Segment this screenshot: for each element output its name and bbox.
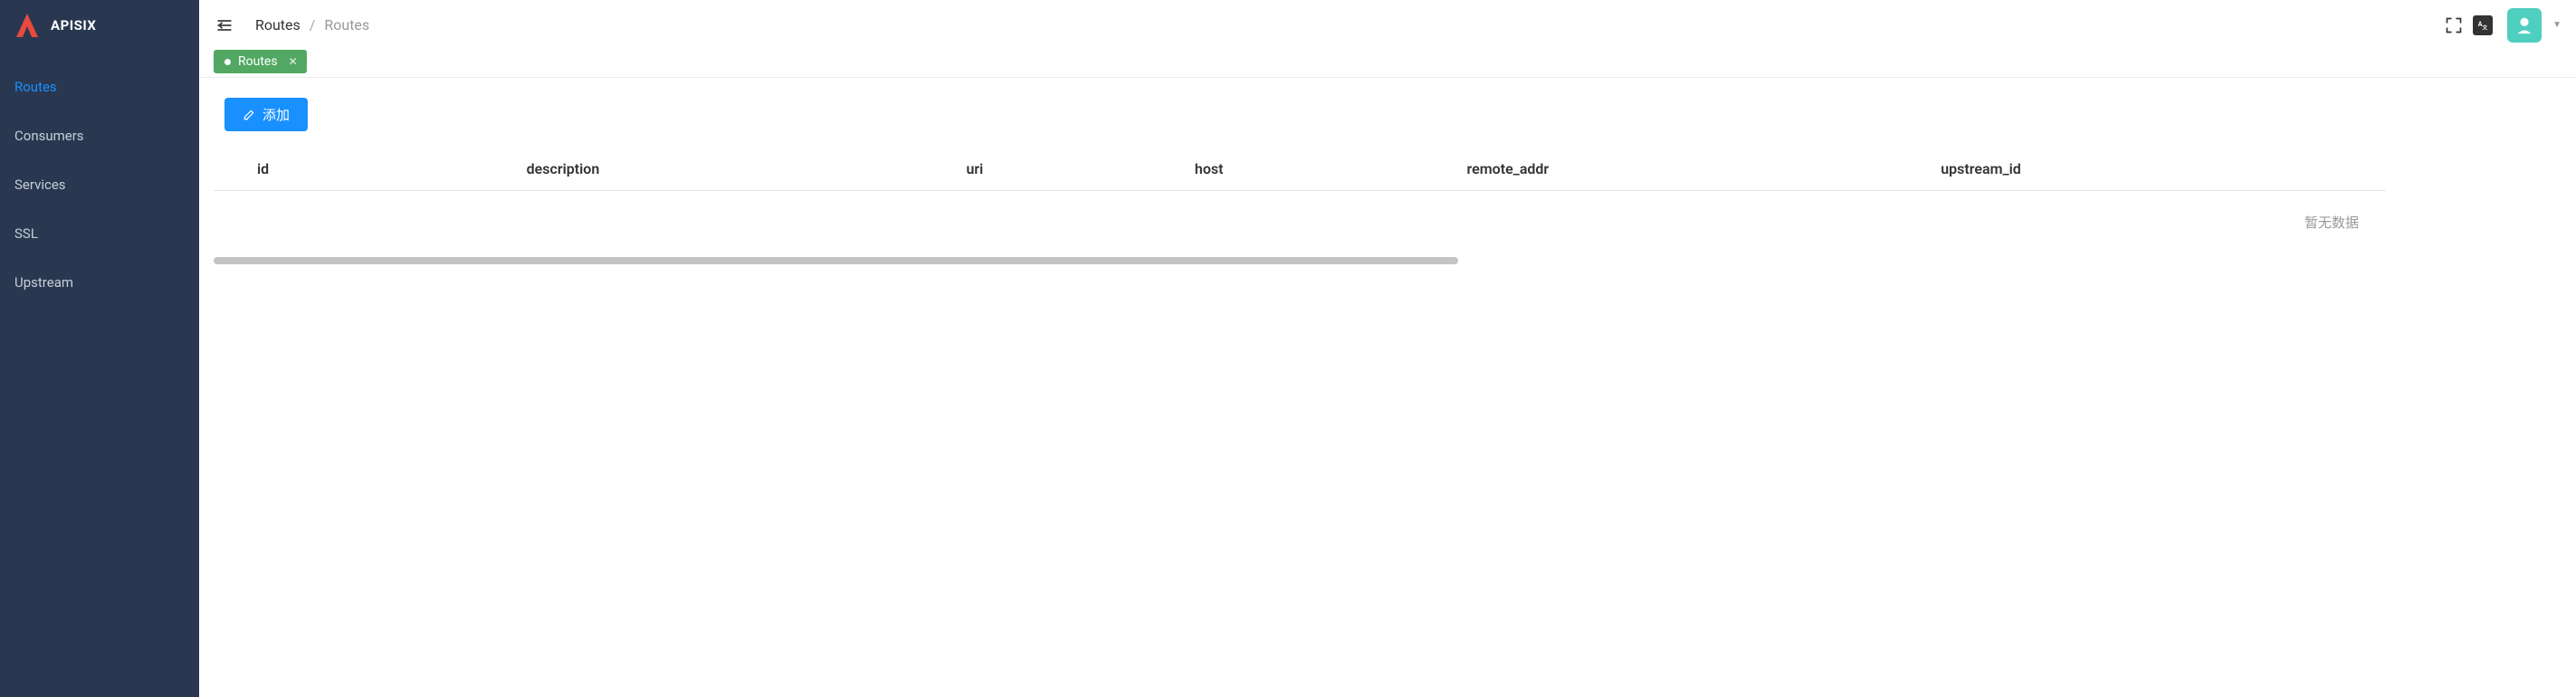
tab-routes[interactable]: Routes ✕ xyxy=(214,50,307,73)
add-button-label: 添加 xyxy=(262,105,290,124)
tab-active-dot-icon xyxy=(224,59,231,65)
sidebar-item-services[interactable]: Services xyxy=(0,160,199,209)
breadcrumb-item-current: Routes xyxy=(324,16,369,33)
sidebar-item-label: Routes xyxy=(14,79,57,95)
sidebar-item-ssl[interactable]: SSL xyxy=(0,209,199,258)
language-icon[interactable]: A 文 xyxy=(2473,15,2493,35)
brand-name: APISIX xyxy=(51,17,96,33)
column-header-remote-addr[interactable]: remote_addr xyxy=(1445,148,1920,191)
table-empty-text: 暂无数据 xyxy=(214,191,2386,254)
header: Routes / Routes A 文 xyxy=(199,0,2576,50)
routes-table: id description uri host remote_addr upst… xyxy=(214,148,2386,253)
fullscreen-icon[interactable] xyxy=(2444,15,2464,35)
table-container: id description uri host remote_addr upst… xyxy=(214,148,2562,264)
sidebar: APISIX Routes Consumers Services SSL Ups… xyxy=(0,0,199,697)
scrollbar-thumb[interactable] xyxy=(214,257,1458,264)
sidebar-item-label: Consumers xyxy=(14,128,84,144)
caret-down-icon[interactable]: ▼ xyxy=(2552,20,2562,30)
table-empty-row: 暂无数据 xyxy=(214,191,2386,254)
sidebar-nav: Routes Consumers Services SSL Upstream xyxy=(0,50,199,307)
sidebar-item-routes[interactable]: Routes xyxy=(0,62,199,111)
brand-logo[interactable]: APISIX xyxy=(0,0,199,50)
sidebar-item-label: Upstream xyxy=(14,274,73,291)
logo-icon xyxy=(16,14,38,37)
add-button[interactable]: 添加 xyxy=(224,98,308,131)
avatar-icon[interactable] xyxy=(2507,8,2542,43)
edit-icon xyxy=(243,109,255,121)
breadcrumb-separator: / xyxy=(310,16,316,33)
tab-close-icon[interactable]: ✕ xyxy=(289,56,298,67)
content: 添加 id description uri host remote_addr u… xyxy=(199,78,2576,697)
breadcrumb-item[interactable]: Routes xyxy=(255,16,301,33)
column-header-uri[interactable]: uri xyxy=(944,148,1172,191)
horizontal-scrollbar[interactable] xyxy=(214,257,2562,264)
tabbar: Routes ✕ xyxy=(199,50,2576,78)
sidebar-item-label: Services xyxy=(14,177,66,193)
sidebar-item-consumers[interactable]: Consumers xyxy=(0,111,199,160)
column-header-description[interactable]: description xyxy=(505,148,945,191)
column-header-host[interactable]: host xyxy=(1173,148,1445,191)
sidebar-item-label: SSL xyxy=(14,225,38,242)
svg-text:文: 文 xyxy=(2483,24,2488,31)
column-header-id[interactable]: id xyxy=(214,148,505,191)
breadcrumb: Routes / Routes xyxy=(255,16,369,33)
header-actions: A 文 ▼ xyxy=(2444,8,2562,43)
column-header-upstream-id[interactable]: upstream_id xyxy=(1919,148,2386,191)
menu-fold-icon[interactable] xyxy=(215,16,234,34)
table-header-row: id description uri host remote_addr upst… xyxy=(214,148,2386,191)
main: Routes / Routes A 文 xyxy=(199,0,2576,697)
sidebar-item-upstream[interactable]: Upstream xyxy=(0,258,199,307)
tab-label: Routes xyxy=(238,54,278,69)
